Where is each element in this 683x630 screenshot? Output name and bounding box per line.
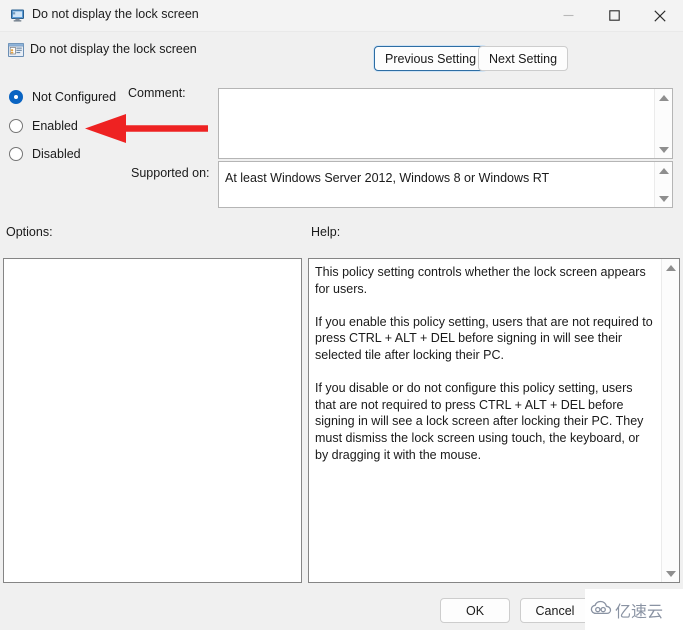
- policy-setting-dialog: Do not display the lock screen: [0, 0, 683, 630]
- supported-on-scrollbar[interactable]: [654, 162, 672, 207]
- supported-on-box: At least Windows Server 2012, Windows 8 …: [218, 161, 673, 208]
- group-policy-setting-icon: [7, 41, 25, 59]
- radio-label-not-configured: Not Configured: [32, 90, 116, 104]
- help-scrollbar[interactable]: [661, 259, 679, 582]
- monitor-policy-icon: [9, 7, 26, 24]
- ok-button[interactable]: OK: [440, 598, 510, 623]
- watermark-text: 亿速云: [615, 598, 663, 622]
- scroll-up-icon[interactable]: [655, 89, 673, 106]
- supported-on-value: At least Windows Server 2012, Windows 8 …: [225, 171, 645, 185]
- radio-label-disabled: Disabled: [32, 147, 81, 161]
- options-panel[interactable]: [3, 258, 302, 583]
- cloud-logo-icon: [590, 600, 612, 619]
- comment-label: Comment:: [128, 86, 186, 100]
- maximize-button[interactable]: [591, 0, 637, 31]
- radio-disabled[interactable]: Disabled: [9, 145, 81, 163]
- radio-indicator-disabled: [9, 147, 23, 161]
- scroll-up-icon[interactable]: [655, 162, 673, 179]
- scroll-down-icon[interactable]: [655, 141, 673, 158]
- scroll-up-icon[interactable]: [662, 259, 680, 276]
- radio-not-configured[interactable]: Not Configured: [9, 88, 116, 106]
- radio-indicator-not-configured: [9, 90, 23, 104]
- watermark: 亿速云: [585, 589, 683, 630]
- cancel-button[interactable]: Cancel: [520, 598, 590, 623]
- comment-box: [218, 88, 673, 159]
- options-label: Options:: [6, 225, 53, 239]
- policy-setting-name: Do not display the lock screen: [30, 42, 197, 56]
- minimize-button[interactable]: [545, 0, 591, 31]
- next-setting-button[interactable]: Next Setting: [478, 46, 568, 71]
- help-panel[interactable]: This policy setting controls whether the…: [308, 258, 680, 583]
- scroll-down-icon[interactable]: [655, 190, 673, 207]
- window-title: Do not display the lock screen: [32, 7, 199, 21]
- radio-enabled[interactable]: Enabled: [9, 117, 78, 135]
- help-label: Help:: [311, 225, 340, 239]
- help-text: This policy setting controls whether the…: [315, 264, 654, 463]
- scroll-down-icon[interactable]: [662, 565, 680, 582]
- previous-setting-button[interactable]: Previous Setting: [374, 46, 487, 71]
- supported-on-label: Supported on:: [131, 166, 210, 180]
- radio-label-enabled: Enabled: [32, 119, 78, 133]
- close-button[interactable]: [637, 0, 683, 31]
- title-bar: Do not display the lock screen: [0, 0, 683, 32]
- comment-scrollbar[interactable]: [654, 89, 672, 158]
- comment-input[interactable]: [219, 89, 655, 158]
- radio-indicator-enabled: [9, 119, 23, 133]
- annotation-arrow: [82, 112, 208, 145]
